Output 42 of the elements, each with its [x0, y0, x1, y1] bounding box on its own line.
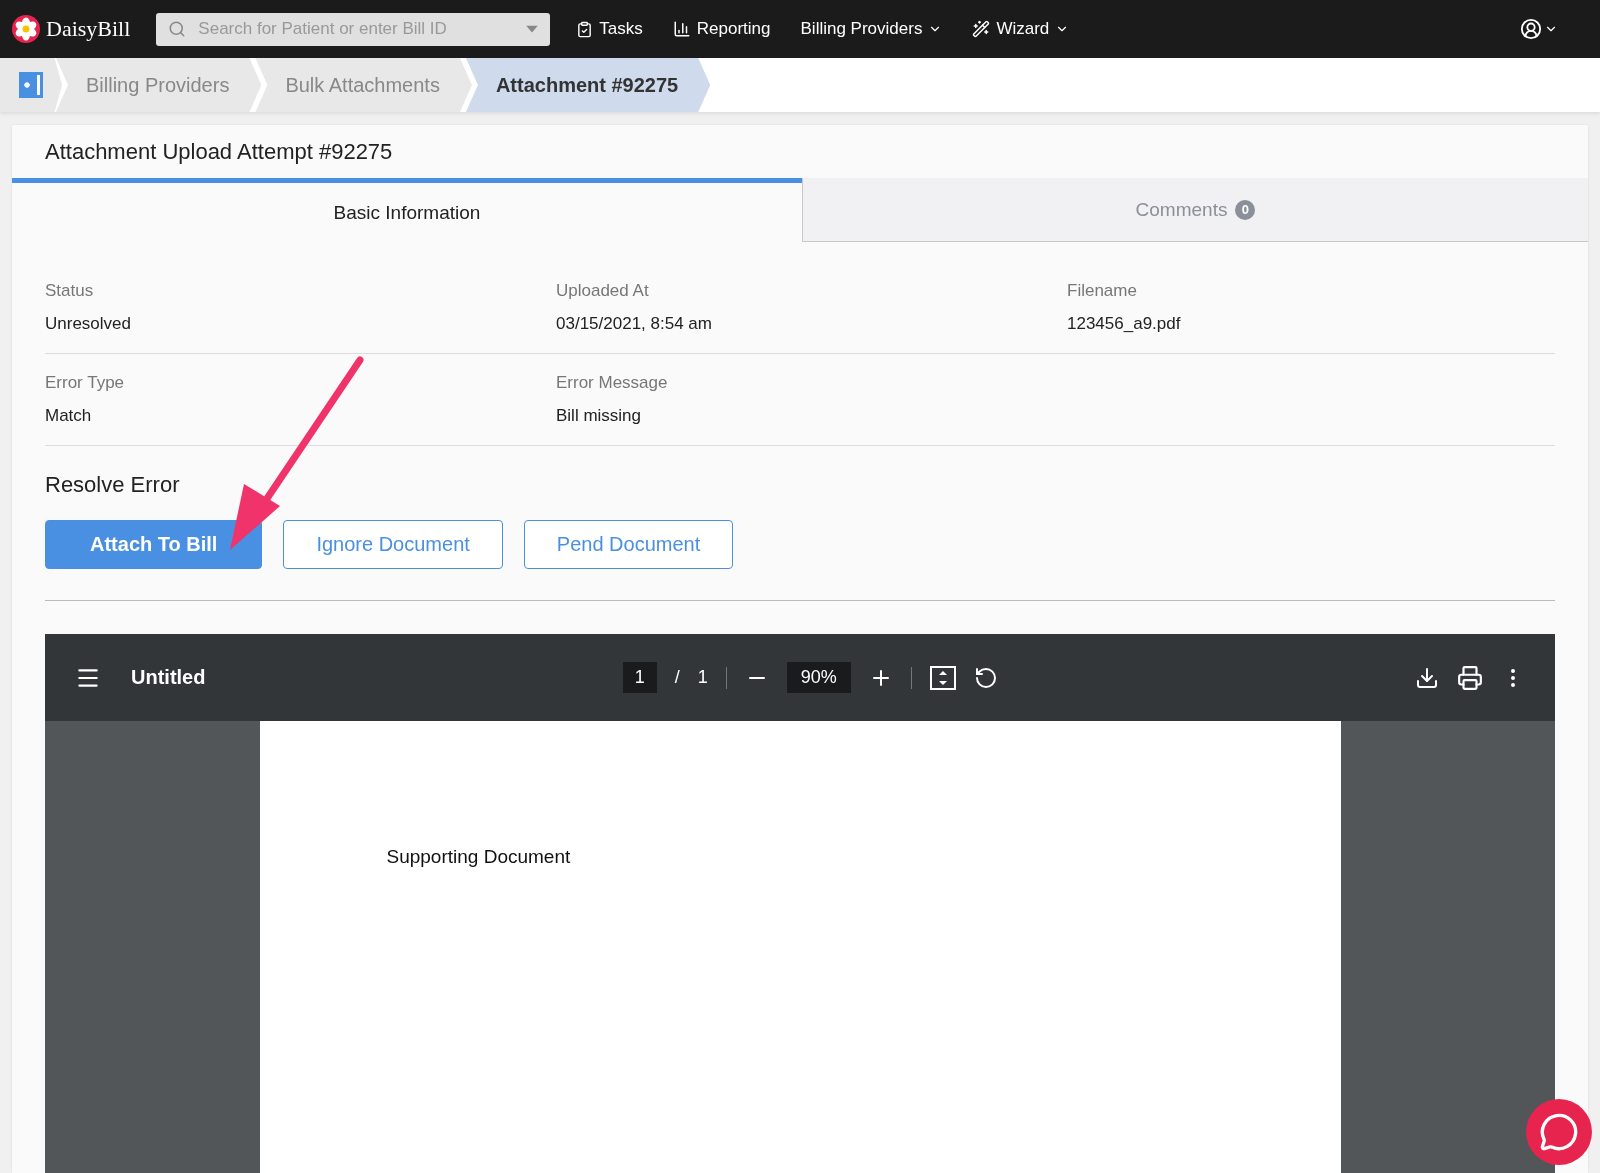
print-icon[interactable]: [1457, 664, 1483, 691]
page-number-field[interactable]: 1: [622, 662, 657, 693]
home-crumb[interactable]: [0, 58, 62, 112]
field-value: 123456_a9.pdf: [1067, 314, 1182, 334]
document-icon: [19, 72, 43, 98]
field-value: Match: [45, 406, 93, 426]
field-value: 03/15/2021, 8:54 am: [556, 314, 713, 334]
count-badge: 0: [1235, 199, 1256, 220]
field-label: Uploaded At: [556, 281, 650, 301]
field-value: Unresolved: [45, 314, 132, 334]
field-value: Bill missing: [556, 406, 643, 426]
nav-link[interactable]: Reporting: [672, 19, 771, 39]
rotate-icon[interactable]: [973, 665, 998, 690]
field-label: Filename: [1067, 281, 1138, 301]
breadcrumb-link[interactable]: Attachment #92275: [465, 58, 711, 112]
search-icon: [168, 20, 187, 38]
nav-link[interactable]: Billing Providers: [800, 19, 943, 39]
zoom-field[interactable]: 90%: [786, 662, 851, 693]
fit-page-icon[interactable]: [929, 665, 956, 690]
clipboard-icon: [576, 20, 594, 38]
document-text: Supporting Document: [386, 846, 572, 868]
nav-link[interactable]: Tasks: [576, 19, 643, 39]
page-total: 1: [697, 667, 708, 688]
user-icon: [1520, 18, 1542, 40]
user-menu-button[interactable]: [1520, 18, 1558, 40]
wand-icon: [972, 20, 991, 38]
nav-link[interactable]: Wizard: [972, 19, 1070, 39]
flower-logo-icon: [12, 15, 40, 43]
caret-icon: [526, 25, 539, 33]
section-heading: Resolve Error: [45, 472, 181, 498]
field-label: Error Type: [45, 373, 126, 393]
page-separator: /: [674, 667, 680, 688]
tab[interactable]: Basic Information: [12, 178, 802, 242]
chat-bubble-icon: [1539, 1112, 1579, 1152]
brand-name: DaisyBill: [46, 16, 131, 42]
field-label: Error Message: [556, 373, 669, 393]
page-title: Attachment Upload Attempt #92275: [44, 138, 394, 166]
field-label: Status: [45, 281, 95, 301]
document-title: Untitled: [131, 666, 206, 689]
bar-chart-icon: [672, 20, 691, 38]
search-field[interactable]: Search for Patient or enter Bill ID: [156, 12, 551, 46]
download-icon[interactable]: [1415, 665, 1439, 690]
